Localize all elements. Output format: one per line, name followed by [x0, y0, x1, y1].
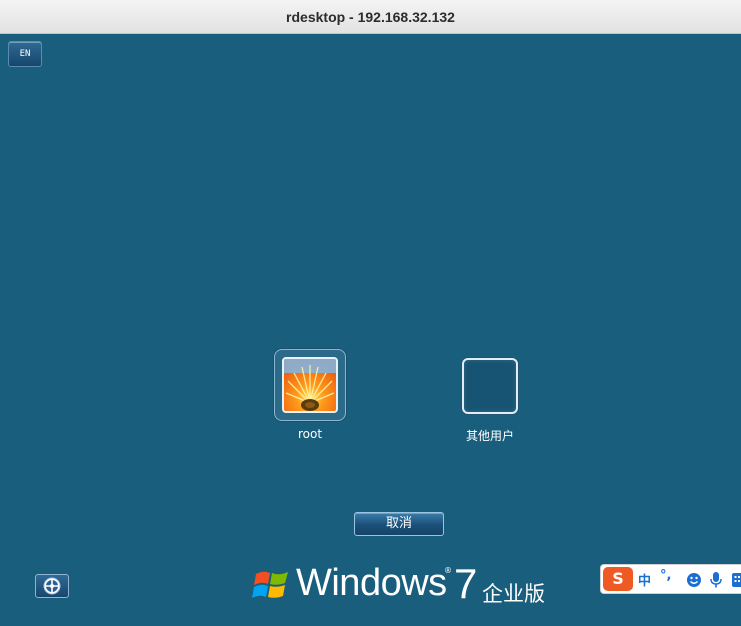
registered-mark: ®: [444, 566, 452, 575]
window-title: rdesktop - 192.168.32.132: [286, 9, 455, 25]
flower-avatar: [282, 357, 338, 413]
sogou-logo-icon[interactable]: S: [603, 567, 633, 591]
user-tile-frame: [274, 349, 346, 421]
ime-toolbar[interactable]: S 中 °,: [600, 564, 741, 594]
window-titlebar[interactable]: rdesktop - 192.168.32.132: [0, 0, 741, 34]
ime-mode-toggle[interactable]: 中: [638, 570, 651, 589]
user-tile-root[interactable]: root: [270, 349, 350, 441]
smiley-icon[interactable]: [686, 572, 702, 588]
flower-avatar-image: [284, 359, 336, 411]
ease-of-access-icon: [43, 577, 61, 595]
windows-branding: Windows ® 7 企业版: [250, 560, 570, 612]
blank-avatar: [462, 358, 518, 414]
user-name-other: 其他用户: [465, 429, 514, 443]
ime-punctuation-toggle[interactable]: °,: [660, 568, 671, 583]
cancel-button[interactable]: 取消: [354, 512, 444, 536]
language-indicator-button[interactable]: EN: [8, 41, 42, 67]
login-screen: EN root 其他用户 取消 Windows ® 7 企业版 S 中 °,: [0, 34, 741, 626]
microphone-icon[interactable]: [709, 572, 723, 588]
user-name-root: root: [297, 427, 323, 441]
keyboard-icon[interactable]: [731, 572, 741, 588]
windows-version: 7: [454, 560, 478, 607]
windows-logo-icon: [252, 571, 288, 598]
ease-of-access-button[interactable]: [35, 574, 69, 598]
windows-wordmark: Windows: [296, 562, 447, 604]
user-tile-other[interactable]: 其他用户: [450, 358, 530, 444]
windows-edition: 企业版: [482, 582, 545, 606]
